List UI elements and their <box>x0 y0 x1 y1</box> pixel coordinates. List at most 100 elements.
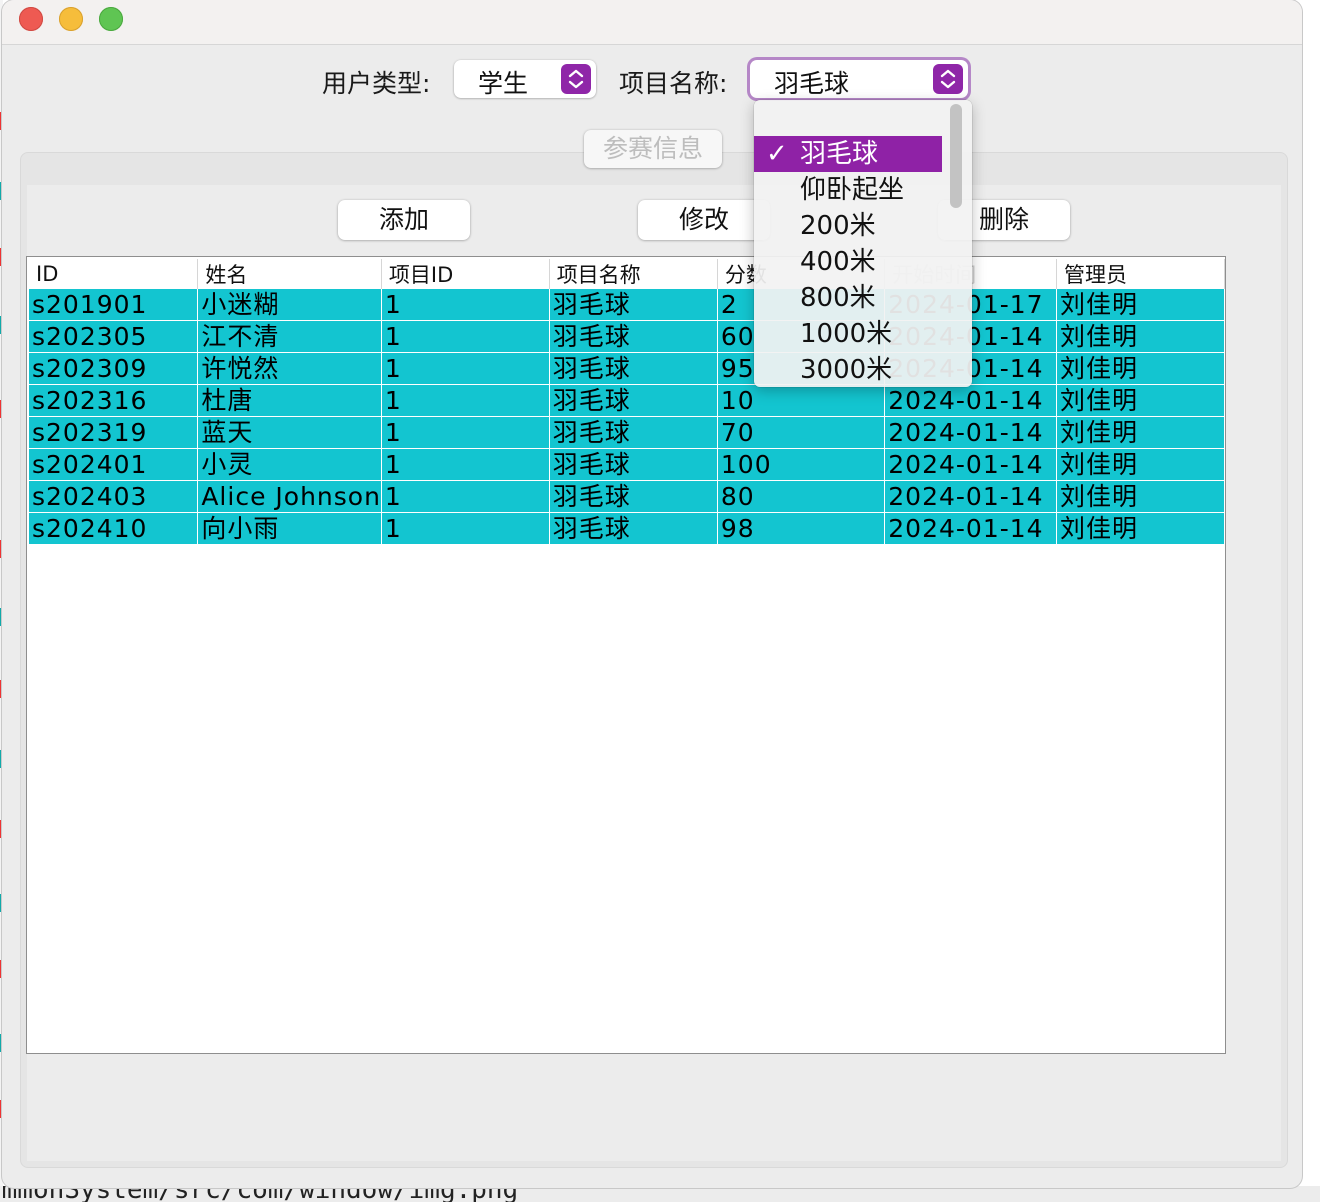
cell-id[interactable]: s201901 <box>29 289 199 321</box>
close-window-button[interactable] <box>19 7 43 31</box>
cell-name[interactable]: 蓝天 <box>197 416 382 449</box>
table-row[interactable]: s202319 蓝天 1 羽毛球 70 2024-01-14 刘佳明 <box>29 416 1225 449</box>
dropdown-option-label: 仰卧起坐 <box>800 175 905 205</box>
cell-score[interactable]: 10 <box>717 384 886 417</box>
cell-admin[interactable]: 刘佳明 <box>1056 289 1225 321</box>
cell-admin[interactable]: 刘佳明 <box>1056 384 1225 417</box>
minimize-window-button[interactable] <box>59 7 83 31</box>
dropdown-option-label: 200米 <box>800 211 876 241</box>
cell-admin[interactable]: 刘佳明 <box>1056 448 1225 481</box>
cell-project-id[interactable]: 1 <box>381 512 550 545</box>
table-row[interactable]: s202309许悦然1羽毛球952024-01-14刘佳明 <box>29 352 1225 385</box>
add-button[interactable]: 添加 <box>338 200 470 240</box>
dropdown-option[interactable]: 800米 <box>754 280 942 316</box>
project-name-value: 羽毛球 <box>774 69 850 98</box>
dropdown-scrollbar[interactable] <box>950 104 962 208</box>
cell-admin[interactable]: 刘佳明 <box>1056 320 1225 353</box>
cell-start-time[interactable]: 2024-01-14 <box>884 448 1057 481</box>
project-name-dropdown-menu: ✓ 羽毛球仰卧起坐 200米 400米 800米 1000米 3000米 <box>754 100 972 387</box>
cell-admin[interactable]: 刘佳明 <box>1056 480 1225 513</box>
table-row[interactable]: s202410 向小雨 1 羽毛球 98 2024-01-14 刘佳明 <box>29 512 1225 545</box>
results-grid: ID 姓名 项目ID 项目名称 分数 开始时间 管理员 s201901小迷糊1羽… <box>29 259 1225 545</box>
table-row[interactable]: s202403 Alice Johnson 1 羽毛球 80 2024-01-14 刘佳明 <box>29 480 1225 513</box>
table-header-row: ID 姓名 项目ID 项目名称 分数 开始时间 管理员 <box>29 259 1225 289</box>
dropdown-option-label: 400米 <box>800 247 876 277</box>
cell-id[interactable]: s202410 <box>29 512 199 545</box>
table-row[interactable]: s202401 小灵 1 羽毛球 100 2024-01-14 刘佳明 <box>29 448 1225 481</box>
cell-project-id[interactable]: 1 <box>381 320 550 353</box>
cell-id[interactable]: s202309 <box>29 352 199 385</box>
app-window: 用户类型: 学生 项目名称: 羽毛球 参赛信息 添加 修改 删除 ID 姓名 项… <box>2 0 1302 1188</box>
cell-project-name[interactable]: 羽毛球 <box>549 480 718 513</box>
cell-project-name[interactable]: 羽毛球 <box>549 289 718 321</box>
cell-project-id[interactable]: 1 <box>381 416 550 449</box>
cell-id[interactable]: s202403 <box>29 480 199 513</box>
column-header-admin[interactable]: 管理员 <box>1056 259 1225 289</box>
cell-project-name[interactable]: 羽毛球 <box>549 448 718 481</box>
background-right-area <box>1304 0 1320 1190</box>
column-header-name[interactable]: 姓名 <box>197 259 382 289</box>
cell-project-name[interactable]: 羽毛球 <box>549 320 718 353</box>
zoom-window-button[interactable] <box>99 7 123 31</box>
cell-project-id[interactable]: 1 <box>381 480 550 513</box>
dropdown-option-label: 800米 <box>800 283 876 313</box>
cell-id[interactable]: s202316 <box>29 384 199 417</box>
cell-name[interactable]: 小灵 <box>197 448 382 481</box>
column-header-project-id[interactable]: 项目ID <box>381 259 550 289</box>
cell-project-name[interactable]: 羽毛球 <box>549 384 718 417</box>
cell-score[interactable]: 98 <box>717 512 886 545</box>
dropdown-option[interactable]: 1000米 <box>754 316 942 352</box>
user-type-select[interactable]: 学生 <box>454 60 596 98</box>
column-header-id[interactable]: ID <box>29 259 199 289</box>
chevron-updown-icon <box>561 64 591 94</box>
cell-score[interactable]: 100 <box>717 448 886 481</box>
dropdown-option[interactable]: 400米 <box>754 244 942 280</box>
user-type-value: 学生 <box>478 69 529 98</box>
cell-admin[interactable]: 刘佳明 <box>1056 512 1225 545</box>
chevron-updown-icon <box>933 64 963 94</box>
cell-admin[interactable]: 刘佳明 <box>1056 416 1225 449</box>
cell-start-time[interactable]: 2024-01-14 <box>884 416 1057 449</box>
dropdown-option[interactable]: ✓ 羽毛球 <box>754 136 942 172</box>
table-row[interactable]: s202316 杜唐 1 羽毛球 10 2024-01-14 刘佳明 <box>29 384 1225 417</box>
results-table[interactable]: ID 姓名 项目ID 项目名称 分数 开始时间 管理员 s201901小迷糊1羽… <box>26 256 1226 1054</box>
cell-name[interactable]: Alice Johnson <box>197 480 382 513</box>
tab-participation-info[interactable]: 参赛信息 <box>584 130 722 168</box>
cell-score[interactable]: 80 <box>717 480 886 513</box>
cell-start-time[interactable]: 2024-01-14 <box>884 512 1057 545</box>
project-name-select[interactable]: 羽毛球 <box>750 60 968 98</box>
cell-project-name[interactable]: 羽毛球 <box>549 352 718 385</box>
column-header-project-name[interactable]: 项目名称 <box>549 259 718 289</box>
cell-project-name[interactable]: 羽毛球 <box>549 512 718 545</box>
dropdown-option[interactable]: 3000米 <box>754 352 942 388</box>
project-name-label: 项目名称: <box>619 69 728 98</box>
table-row[interactable]: s202305江不清1羽毛球602024-01-14刘佳明 <box>29 320 1225 353</box>
table-row[interactable]: s201901小迷糊1羽毛球22024-01-17刘佳明 <box>29 289 1225 321</box>
cell-project-id[interactable]: 1 <box>381 384 550 417</box>
title-bar[interactable] <box>2 0 1302 45</box>
cell-id[interactable]: s202319 <box>29 416 199 449</box>
user-type-label: 用户类型: <box>322 69 431 98</box>
cell-name[interactable]: 杜唐 <box>197 384 382 417</box>
cell-id[interactable]: s202401 <box>29 448 199 481</box>
cell-name[interactable]: 小迷糊 <box>197 289 382 321</box>
cell-project-id[interactable]: 1 <box>381 448 550 481</box>
dropdown-option[interactable]: 200米 <box>754 208 942 244</box>
dropdown-option-label: 1000米 <box>800 319 893 349</box>
cell-score[interactable]: 70 <box>717 416 886 449</box>
cell-id[interactable]: s202305 <box>29 320 199 353</box>
cell-name[interactable]: 许悦然 <box>197 352 382 385</box>
edit-button[interactable]: 修改 <box>638 200 770 240</box>
cell-start-time[interactable]: 2024-01-14 <box>884 384 1057 417</box>
checkmark-icon: ✓ <box>766 139 788 169</box>
cell-name[interactable]: 江不清 <box>197 320 382 353</box>
cell-project-id[interactable]: 1 <box>381 289 550 321</box>
background-status-path: ommonSystem/src/com/window/img.png <box>0 1186 1320 1202</box>
cell-project-name[interactable]: 羽毛球 <box>549 416 718 449</box>
cell-start-time[interactable]: 2024-01-14 <box>884 480 1057 513</box>
cell-name[interactable]: 向小雨 <box>197 512 382 545</box>
cell-admin[interactable]: 刘佳明 <box>1056 352 1225 385</box>
dropdown-option[interactable]: 仰卧起坐 <box>754 172 942 208</box>
cell-project-id[interactable]: 1 <box>381 352 550 385</box>
dropdown-option-label: 羽毛球 <box>800 139 879 169</box>
